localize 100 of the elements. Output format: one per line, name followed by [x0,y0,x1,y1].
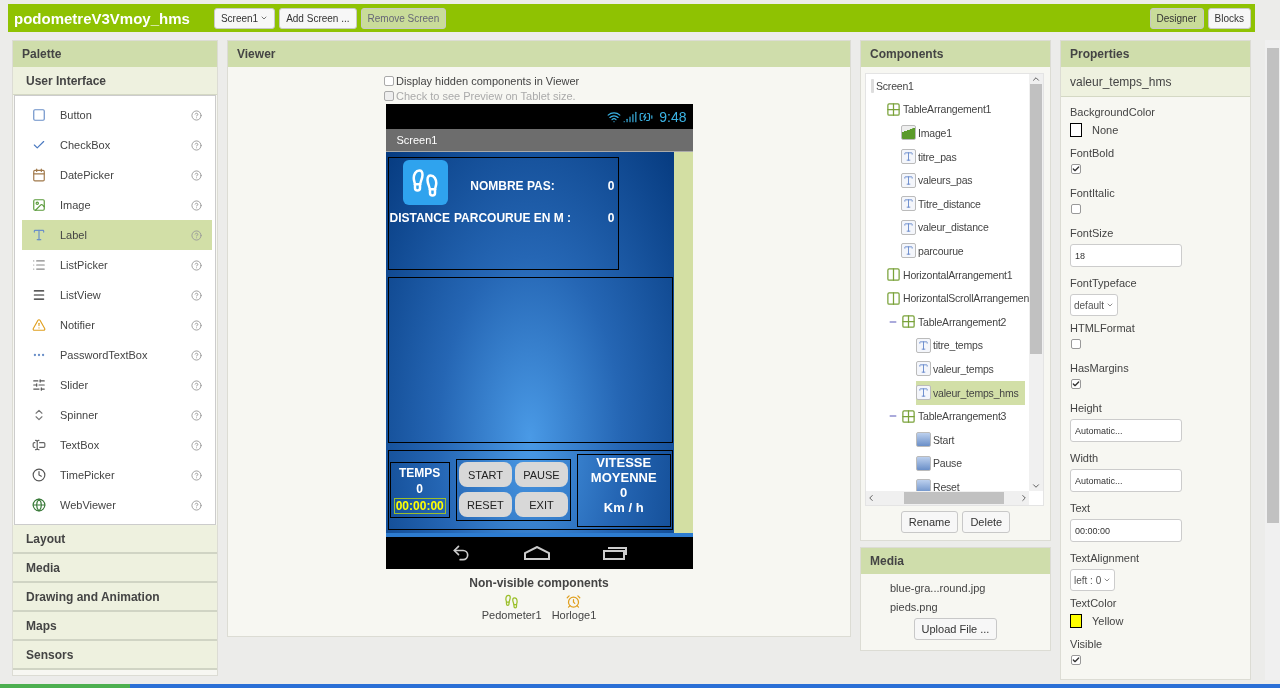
palette-item[interactable]: Label [22,220,212,250]
category-header[interactable]: User Interface [13,67,217,95]
help-icon[interactable] [191,199,202,211]
tree-item[interactable]: valeur_temps [916,356,1000,381]
help-icon[interactable] [191,259,202,271]
tree-item[interactable]: titre_temps [916,333,989,358]
tree-button[interactable]: Delete [962,511,1011,533]
mode-button[interactable]: Blocks [1207,7,1251,29]
category-header[interactable]: Sensors [13,641,217,670]
palette-item[interactable]: Button [22,100,212,130]
app-button[interactable]: EXIT [514,492,568,517]
palette-item[interactable]: Slider [22,370,212,400]
tree-item[interactable]: titre_pas [901,144,963,169]
property-field[interactable]: 18 [1070,244,1182,267]
tree-button[interactable]: Rename [900,511,959,533]
category-header[interactable]: Drawing and Animation [13,583,217,612]
tree-item[interactable]: TableArrangement1 [886,97,998,122]
tree-item[interactable]: HorizontalArrangement1 [886,262,1019,287]
palette-item[interactable]: ListPicker [22,250,212,280]
property-label: Height [1070,402,1102,416]
tree-item[interactable]: valeur_distance [901,215,995,240]
scrollbar[interactable] [1265,40,1280,680]
app-button[interactable]: START [458,462,512,487]
app-button[interactable]: PAUSE [514,462,568,487]
help-icon[interactable] [191,409,202,421]
tree-item[interactable]: valeur_temps_hms [916,380,1025,405]
help-icon[interactable] [191,469,202,481]
nonvisible-component[interactable]: Horloge1 [551,594,597,621]
palette-item[interactable]: Image [22,190,212,220]
scroll-left-icon[interactable] [866,493,876,503]
tree-item[interactable]: Start [916,427,961,452]
palette-label: WebViewer [60,499,117,511]
color-swatch[interactable] [1070,614,1082,628]
checkbox[interactable] [1071,379,1081,389]
category-header[interactable]: Layout [13,525,217,554]
palette-item[interactable]: TextBox [22,430,212,460]
color-swatch[interactable] [1070,123,1082,137]
scroll-down-icon[interactable] [1031,481,1041,491]
selected-component: valeur_temps_hms [1061,67,1250,97]
palette-item[interactable]: ListView [22,280,212,310]
scrollbar[interactable] [866,491,1029,505]
media-file[interactable]: pieds.png [861,597,1050,616]
scroll-up-icon[interactable] [1031,74,1041,84]
help-icon[interactable] [191,379,202,391]
checkbox[interactable] [1071,655,1081,665]
component-icon [32,198,46,212]
nonvisible-component[interactable]: Pedometer1 [481,594,542,621]
screen-button[interactable]: Add Screen ... [279,7,357,29]
property-field[interactable]: Automatic... [1070,419,1182,442]
mode-button[interactable]: Designer [1149,7,1204,29]
help-icon[interactable] [191,109,202,121]
help-icon[interactable] [191,499,202,511]
help-icon[interactable] [191,139,202,151]
tree-item[interactable]: Screen1 [871,74,920,98]
property-dropdown[interactable]: left : 0 [1070,569,1116,591]
property-dropdown[interactable]: default [1070,294,1119,316]
tree-item[interactable]: Titre_distance [901,191,987,216]
help-icon[interactable] [191,349,202,361]
media-file[interactable]: blue-gra...round.jpg [861,578,1050,597]
tree-item[interactable]: Reset [916,474,966,491]
tree-item[interactable]: Pause [916,451,968,476]
label-icon [901,219,916,235]
upload-button[interactable]: Upload File ... [913,618,998,640]
palette-item[interactable]: DatePicker [22,160,212,190]
palette-item[interactable]: Notifier [22,310,212,340]
screen-dropdown[interactable]: Screen1 [213,7,276,29]
help-icon[interactable] [191,439,202,451]
palette-label: Image [60,199,92,211]
recent-apps-icon[interactable] [602,546,627,560]
property-field[interactable]: Automatic... [1070,469,1182,492]
scroll-right-icon[interactable] [1019,493,1029,503]
help-icon[interactable] [191,319,202,331]
palette-item[interactable]: WebViewer [22,490,212,520]
checkbox[interactable] [1071,164,1081,174]
category-header[interactable]: Media [13,554,217,583]
distance-label: DISTANCE [389,211,450,225]
component-icon [32,288,46,302]
property-field[interactable]: 00:00:00 [1070,519,1182,542]
tree-item[interactable]: valeurs_pas [901,168,979,193]
viewer-option[interactable]: Display hidden components in Viewer [384,73,692,88]
tree-item[interactable]: TableArrangement3 [901,404,1013,429]
home-icon[interactable] [523,546,551,560]
palette-item[interactable]: TimePicker [22,460,212,490]
tree-item[interactable]: parcourue [901,238,970,263]
help-icon[interactable] [191,169,202,181]
arrangement-icon [886,267,901,283]
help-icon[interactable] [191,229,202,241]
checkbox[interactable] [1071,204,1081,214]
tree-item[interactable]: HorizontalScrollArrangemen [886,286,1029,311]
help-icon[interactable] [191,289,202,301]
app-button[interactable]: RESET [458,492,512,517]
checkbox[interactable] [1071,339,1081,349]
palette-item[interactable]: Spinner [22,400,212,430]
category-header[interactable]: Maps [13,612,217,641]
tree-item[interactable]: Image1 [901,121,958,145]
scrollbar[interactable] [1029,74,1043,491]
tree-item[interactable]: TableArrangement2 [901,309,1013,334]
palette-item[interactable]: CheckBox [22,130,212,160]
checkbox[interactable] [384,75,394,86]
palette-item[interactable]: PasswordTextBox [22,340,212,370]
